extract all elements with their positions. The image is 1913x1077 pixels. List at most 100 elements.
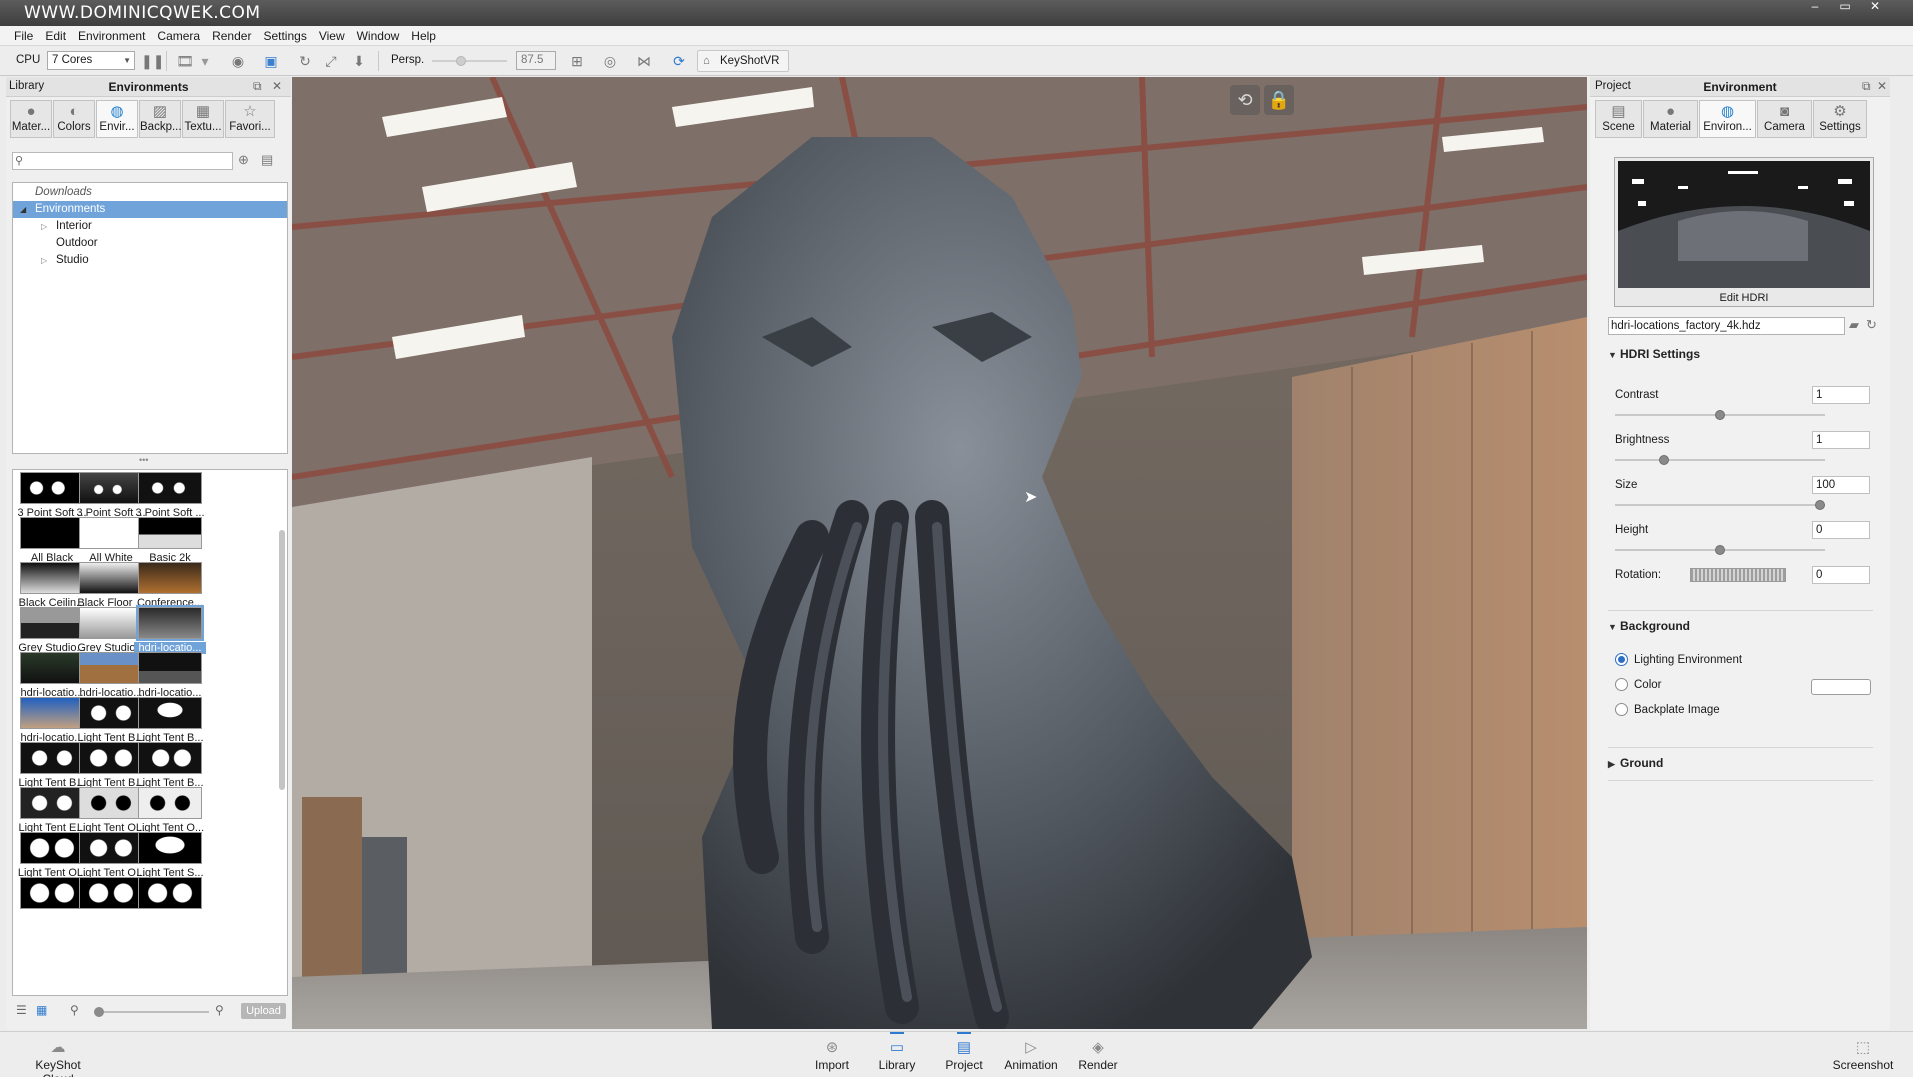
minimize-icon[interactable]: – xyxy=(1800,0,1830,14)
fov-slider[interactable] xyxy=(432,56,507,66)
refresh-icon[interactable]: ↻ xyxy=(1866,317,1877,333)
close-icon[interactable]: ✕ xyxy=(1877,79,1887,93)
environment-thumbnail[interactable] xyxy=(20,697,84,729)
environment-thumbnail[interactable] xyxy=(20,472,84,504)
reset-icon[interactable]: ↻ xyxy=(296,52,314,70)
environment-thumbnail[interactable] xyxy=(79,832,143,864)
background-color-swatch[interactable] xyxy=(1811,679,1871,695)
environment-thumbnail[interactable] xyxy=(79,472,143,504)
undock-icon[interactable]: ⧉ xyxy=(1862,79,1871,94)
menu-help[interactable]: Help xyxy=(405,26,442,46)
region-icon[interactable]: ⊞ xyxy=(568,52,586,70)
environment-thumbnail[interactable] xyxy=(20,742,84,774)
slider-knob[interactable] xyxy=(1659,455,1669,465)
menu-settings[interactable]: Settings xyxy=(257,26,312,46)
fov-input[interactable]: 87.5 xyxy=(516,51,556,70)
tab-materials[interactable]: ● Mater... xyxy=(10,100,52,138)
zoom-out-icon[interactable]: ⚲ xyxy=(70,1003,79,1017)
environment-thumbnail[interactable] xyxy=(79,562,143,594)
project-button[interactable]: ▤ Project xyxy=(929,1032,999,1072)
environment-thumbnail[interactable] xyxy=(138,877,202,909)
radio-color[interactable] xyxy=(1615,678,1628,691)
tab-settings[interactable]: ⚙ Settings xyxy=(1813,100,1867,138)
lock-camera-icon[interactable]: ▣ xyxy=(262,52,280,70)
brightness-input[interactable]: 1 xyxy=(1812,431,1870,449)
environment-thumbnail[interactable] xyxy=(136,605,204,641)
contrast-input[interactable]: 1 xyxy=(1812,386,1870,404)
hdri-file-field[interactable]: hdri-locations_factory_4k.hdz xyxy=(1608,317,1845,335)
height-input[interactable]: 0 xyxy=(1812,521,1870,539)
menu-environment[interactable]: Environment xyxy=(72,26,151,46)
ground-section[interactable]: ▶ Ground xyxy=(1608,756,1663,770)
animation-button[interactable]: ▷ Animation xyxy=(996,1038,1066,1072)
environment-thumbnail[interactable] xyxy=(79,697,143,729)
render-button[interactable]: ◈ Render xyxy=(1063,1038,1133,1072)
environment-thumbnail[interactable] xyxy=(79,652,143,684)
tab-environment[interactable]: ◍ Environ... xyxy=(1699,100,1756,138)
environment-thumbnail[interactable] xyxy=(20,652,84,684)
keyshotvr-button[interactable]: ⌂ KeyShotVR xyxy=(697,50,789,72)
environment-thumbnail[interactable] xyxy=(20,517,84,549)
slider-knob[interactable] xyxy=(1715,410,1725,420)
globe-icon[interactable]: ◎ xyxy=(601,52,619,70)
tree-item-studio[interactable]: ▷ Studio xyxy=(13,252,287,269)
environment-thumbnail[interactable] xyxy=(20,787,84,819)
environment-thumbnail[interactable] xyxy=(79,517,143,549)
tab-textures[interactable]: ▦ Textu... xyxy=(182,100,224,138)
geometry-icon[interactable]: ⋈ xyxy=(635,52,653,70)
environment-thumbnail[interactable] xyxy=(138,832,202,864)
menu-render[interactable]: Render xyxy=(206,26,257,46)
maximize-icon[interactable]: ▭ xyxy=(1830,0,1860,14)
size-slider[interactable] xyxy=(1615,500,1825,510)
folder-icon[interactable]: ▤ xyxy=(261,152,273,168)
library-button[interactable]: ▭ Library xyxy=(862,1032,932,1072)
pause-icon[interactable]: ❚❚ xyxy=(141,52,164,70)
background-section[interactable]: ▼ Background xyxy=(1608,619,1690,633)
library-search-input[interactable]: ⚲ xyxy=(12,152,233,170)
zoom-in-icon[interactable]: ⚲ xyxy=(215,1003,224,1017)
collapse-icon[interactable]: ◢ xyxy=(20,201,26,218)
environment-thumbnail[interactable] xyxy=(138,787,202,819)
radio-backplate-image[interactable] xyxy=(1615,703,1628,716)
environment-thumbnail[interactable] xyxy=(138,652,202,684)
cores-select[interactable]: 7 Cores ▼ xyxy=(47,51,135,70)
environment-thumbnail[interactable] xyxy=(138,562,202,594)
environment-thumbnail[interactable] xyxy=(138,472,202,504)
tab-backplates[interactable]: ▨ Backp... xyxy=(139,100,182,138)
close-icon[interactable]: ✕ xyxy=(1860,0,1890,14)
upload-button[interactable]: Upload xyxy=(241,1003,286,1019)
contrast-slider[interactable] xyxy=(1615,410,1825,420)
tree-item-outdoor[interactable]: Outdoor xyxy=(13,235,287,252)
environment-thumbnail[interactable] xyxy=(20,562,84,594)
lock-icon[interactable]: 🔒 xyxy=(1264,85,1294,115)
open-folder-icon[interactable]: ▰ xyxy=(1849,317,1859,333)
menu-edit[interactable]: Edit xyxy=(39,26,72,46)
tree-item-downloads[interactable]: Downloads xyxy=(13,184,287,201)
screenshot-button[interactable]: ⬚ Screenshot xyxy=(1827,1038,1899,1072)
environment-thumbnail[interactable] xyxy=(20,832,84,864)
brightness-slider[interactable] xyxy=(1615,455,1825,465)
splitter-handle[interactable]: ••• xyxy=(139,456,161,465)
list-view-icon[interactable]: ☰ xyxy=(16,1003,27,1017)
tab-favorites[interactable]: ☆ Favori... xyxy=(225,100,275,138)
hdri-preview[interactable]: Edit HDRI xyxy=(1614,157,1874,307)
environment-thumbnail[interactable] xyxy=(138,517,202,549)
render-viewport[interactable]: ⟲ 🔒 ➤ xyxy=(292,77,1587,1029)
environment-thumbnail[interactable] xyxy=(20,877,84,909)
radio-lighting-environment[interactable] xyxy=(1615,653,1628,666)
tab-scene[interactable]: ▤ Scene xyxy=(1595,100,1642,138)
menu-view[interactable]: View xyxy=(313,26,351,46)
environment-thumbnail[interactable] xyxy=(20,607,84,639)
undock-icon[interactable]: ⧉ xyxy=(253,79,262,94)
expand-icon[interactable]: ▷ xyxy=(41,252,47,269)
import-button[interactable]: ⊛ Import xyxy=(797,1038,867,1072)
environment-thumbnail[interactable] xyxy=(79,607,143,639)
rotation-jog-wheel[interactable] xyxy=(1690,568,1786,582)
environment-thumbnail[interactable] xyxy=(79,877,143,909)
camera-icon[interactable]: ◉ xyxy=(229,52,247,70)
grid-view-icon[interactable]: ▦ xyxy=(36,1003,47,1017)
size-input[interactable]: 100 xyxy=(1812,476,1870,494)
tree-item-environments[interactable]: ◢ Environments xyxy=(13,201,287,218)
tab-environments[interactable]: ◍ Envir... xyxy=(96,100,138,138)
tab-colors[interactable]: ◐ Colors xyxy=(53,100,95,138)
